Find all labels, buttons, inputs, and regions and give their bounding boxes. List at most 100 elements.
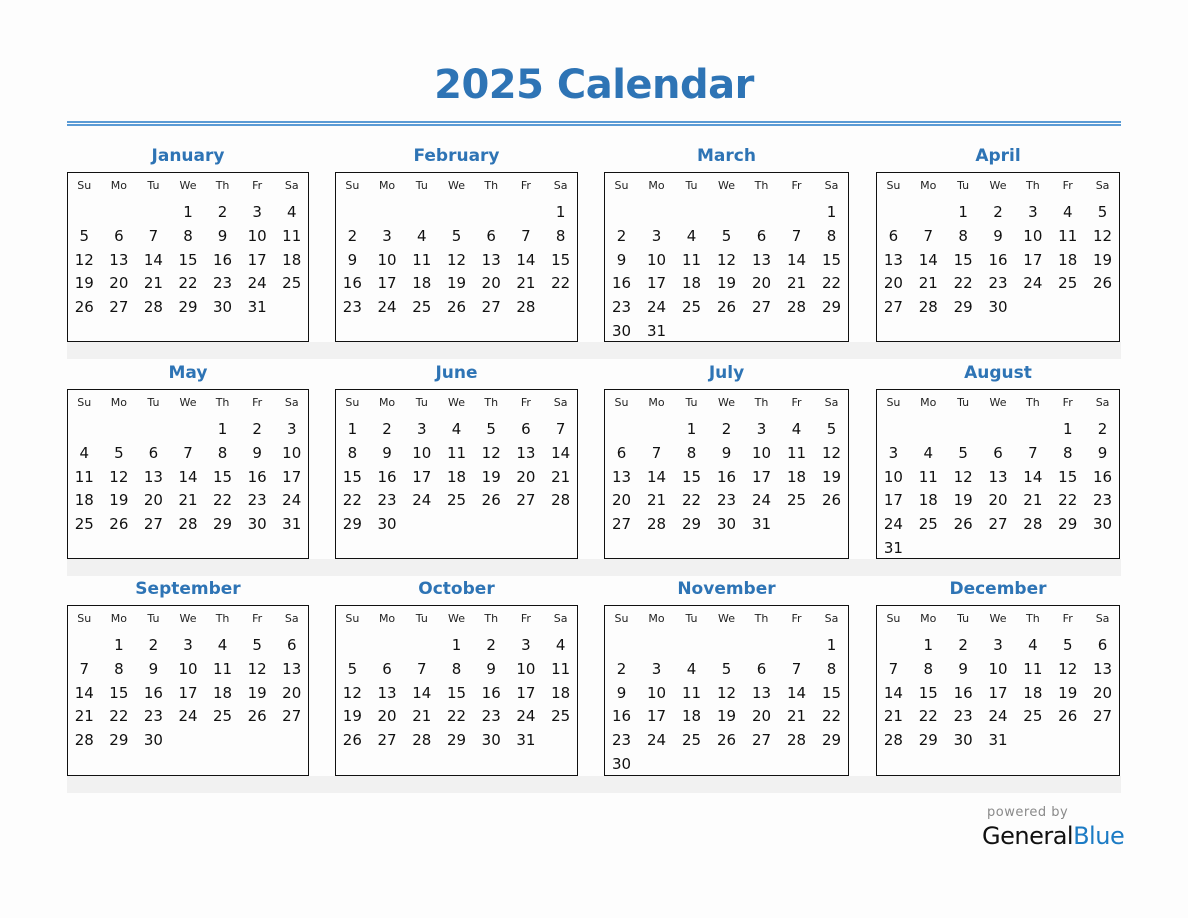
day-cell[interactable]: 11 [1015,658,1050,682]
day-cell[interactable]: 16 [709,466,744,490]
day-cell[interactable]: 7 [779,658,814,682]
day-cell[interactable]: 18 [274,249,309,273]
day-cell[interactable]: 13 [509,442,544,466]
day-cell[interactable]: 31 [639,320,674,344]
day-cell[interactable]: 15 [335,466,370,490]
day-cell[interactable]: 7 [911,225,946,249]
day-cell[interactable]: 3 [370,225,405,249]
day-cell[interactable]: 12 [1050,658,1085,682]
day-cell[interactable]: 26 [1050,705,1085,729]
day-cell[interactable]: 10 [370,249,405,273]
day-cell[interactable]: 11 [1050,225,1085,249]
day-cell[interactable]: 15 [439,682,474,706]
day-cell[interactable]: 6 [981,442,1016,466]
day-cell[interactable]: 13 [981,466,1016,490]
day-cell[interactable]: 8 [814,225,849,249]
day-cell[interactable]: 26 [1085,272,1120,296]
day-cell[interactable]: 20 [981,489,1016,513]
day-cell[interactable]: 6 [136,442,171,466]
day-cell[interactable]: 24 [876,513,911,537]
day-cell[interactable]: 4 [67,442,102,466]
day-cell[interactable]: 11 [274,225,309,249]
day-cell[interactable]: 21 [509,272,544,296]
day-cell[interactable]: 5 [474,418,509,442]
day-cell[interactable]: 15 [102,682,137,706]
day-cell[interactable]: 20 [876,272,911,296]
day-cell[interactable]: 14 [1015,466,1050,490]
day-cell[interactable]: 3 [744,418,779,442]
day-cell[interactable]: 13 [876,249,911,273]
day-cell[interactable]: 23 [370,489,405,513]
day-cell[interactable]: 24 [404,489,439,513]
day-cell[interactable]: 20 [744,705,779,729]
day-cell[interactable]: 3 [876,442,911,466]
day-cell[interactable]: 15 [171,249,206,273]
day-cell[interactable]: 27 [509,489,544,513]
day-cell[interactable]: 8 [205,442,240,466]
day-cell[interactable]: 30 [946,729,981,753]
day-cell[interactable]: 4 [779,418,814,442]
day-cell[interactable]: 1 [205,418,240,442]
day-cell[interactable]: 12 [474,442,509,466]
day-cell[interactable]: 29 [171,296,206,320]
day-cell[interactable]: 10 [876,466,911,490]
day-cell[interactable]: 10 [509,658,544,682]
day-cell[interactable]: 20 [370,705,405,729]
day-cell[interactable]: 31 [981,729,1016,753]
day-cell[interactable]: 8 [814,658,849,682]
day-cell[interactable]: 28 [404,729,439,753]
day-cell[interactable]: 23 [474,705,509,729]
day-cell[interactable]: 13 [274,658,309,682]
day-cell[interactable]: 5 [67,225,102,249]
day-cell[interactable]: 15 [1050,466,1085,490]
day-cell[interactable]: 23 [1085,489,1120,513]
day-cell[interactable]: 31 [509,729,544,753]
day-cell[interactable]: 28 [876,729,911,753]
day-cell[interactable]: 9 [1085,442,1120,466]
day-cell[interactable]: 6 [370,658,405,682]
day-cell[interactable]: 10 [981,658,1016,682]
day-cell[interactable]: 27 [136,513,171,537]
day-cell[interactable]: 29 [674,513,709,537]
day-cell[interactable]: 30 [474,729,509,753]
day-cell[interactable]: 14 [779,682,814,706]
day-cell[interactable]: 4 [404,225,439,249]
day-cell[interactable]: 19 [67,272,102,296]
day-cell[interactable]: 9 [604,249,639,273]
day-cell[interactable]: 2 [335,225,370,249]
day-cell[interactable]: 15 [814,682,849,706]
day-cell[interactable]: 27 [370,729,405,753]
day-cell[interactable]: 1 [171,201,206,225]
day-cell[interactable]: 8 [946,225,981,249]
day-cell[interactable]: 24 [639,729,674,753]
day-cell[interactable]: 29 [1050,513,1085,537]
day-cell[interactable]: 14 [171,466,206,490]
day-cell[interactable]: 16 [474,682,509,706]
day-cell[interactable]: 12 [240,658,275,682]
day-cell[interactable]: 1 [814,201,849,225]
generalblue-logo[interactable]: GeneralBlue [982,822,1125,850]
day-cell[interactable]: 16 [370,466,405,490]
day-cell[interactable]: 29 [911,729,946,753]
day-cell[interactable]: 24 [171,705,206,729]
day-cell[interactable]: 19 [474,466,509,490]
day-cell[interactable]: 12 [709,682,744,706]
day-cell[interactable]: 10 [240,225,275,249]
day-cell[interactable]: 11 [67,466,102,490]
day-cell[interactable]: 22 [205,489,240,513]
day-cell[interactable]: 17 [744,466,779,490]
day-cell[interactable]: 14 [876,682,911,706]
day-cell[interactable]: 7 [876,658,911,682]
day-cell[interactable]: 8 [439,658,474,682]
day-cell[interactable]: 13 [744,682,779,706]
day-cell[interactable]: 2 [946,634,981,658]
day-cell[interactable]: 9 [205,225,240,249]
day-cell[interactable]: 19 [709,705,744,729]
day-cell[interactable]: 13 [102,249,137,273]
day-cell[interactable]: 11 [543,658,578,682]
day-cell[interactable]: 14 [779,249,814,273]
day-cell[interactable]: 2 [709,418,744,442]
day-cell[interactable]: 4 [674,225,709,249]
day-cell[interactable]: 24 [370,296,405,320]
day-cell[interactable]: 15 [205,466,240,490]
